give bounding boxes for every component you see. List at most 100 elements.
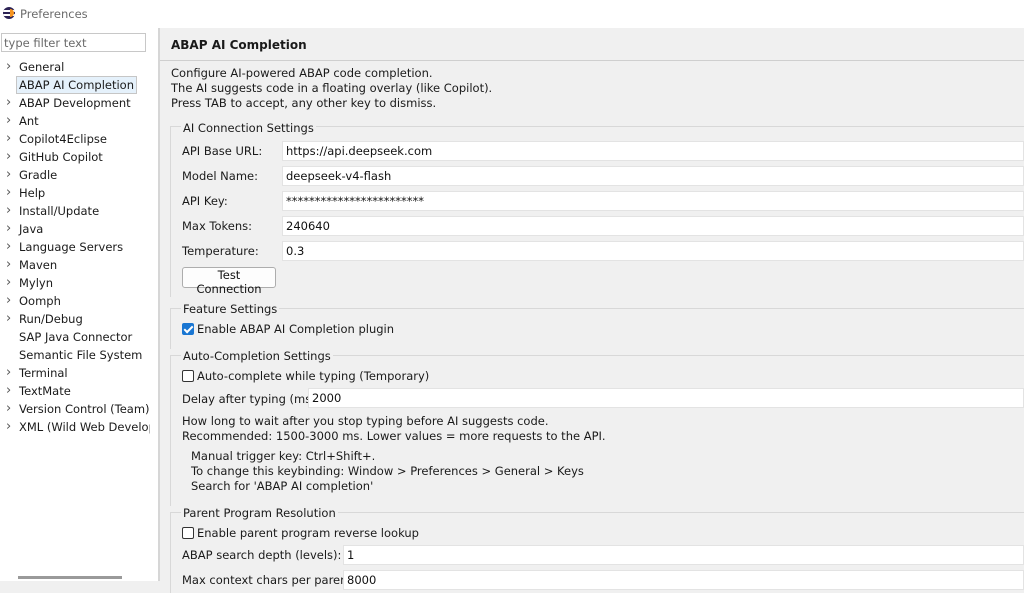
filter-box[interactable]: [1, 33, 146, 52]
tree-item[interactable]: › TextMate: [0, 382, 150, 400]
page-description-line-2: The AI suggests code in a floating overl…: [171, 81, 493, 95]
tree-item[interactable]: › Language Servers: [0, 238, 150, 256]
trigger-info-line-1: Manual trigger key: Ctrl+Shift+.: [191, 449, 376, 463]
tree-item[interactable]: › Version Control (Team): [0, 400, 150, 418]
tree-item[interactable]: › Oomph: [0, 292, 150, 310]
tree-item[interactable]: › Gradle: [0, 166, 150, 184]
tree-item-label: Semantic File System: [19, 348, 143, 362]
tree-item[interactable]: › Java: [0, 220, 150, 238]
tree-item[interactable]: › XML (Wild Web Developer): [0, 418, 150, 436]
delay-input[interactable]: [309, 389, 1015, 407]
enable-plugin-checkbox[interactable]: [182, 323, 194, 335]
tree-item[interactable]: › Copilot4Eclipse: [0, 130, 150, 148]
api-key-field[interactable]: [282, 191, 1024, 211]
tree-item[interactable]: › Maven: [0, 256, 150, 274]
chevron-right-icon[interactable]: ›: [6, 130, 14, 148]
search-depth-field[interactable]: [343, 545, 1024, 565]
chevron-right-icon[interactable]: ›: [6, 112, 14, 130]
tree-item-label: Ant: [19, 114, 39, 128]
tree-item[interactable]: › ABAP Development: [0, 94, 150, 112]
test-connection-button[interactable]: Test Connection: [182, 267, 276, 296]
chevron-right-icon[interactable]: ›: [6, 418, 14, 436]
tree-item[interactable]: › Run/Debug: [0, 310, 150, 328]
chevron-right-icon[interactable]: ›: [6, 382, 14, 400]
chevron-right-icon[interactable]: ›: [6, 220, 14, 238]
search-depth-input[interactable]: [344, 546, 1016, 564]
filter-input[interactable]: [2, 34, 146, 51]
tree-item[interactable]: › Terminal: [0, 364, 150, 382]
page-title: ABAP AI Completion: [171, 38, 307, 52]
connection-group-title: AI Connection Settings: [181, 121, 316, 135]
chevron-right-icon[interactable]: ›: [6, 364, 14, 382]
search-depth-label: ABAP search depth (levels):: [182, 548, 342, 562]
tree-item-label: Version Control (Team): [19, 402, 150, 416]
reverse-lookup-label[interactable]: Enable parent program reverse lookup: [197, 526, 419, 540]
tree-item-label: XML (Wild Web Developer): [19, 420, 150, 434]
autocomplete-checkbox[interactable]: [182, 370, 194, 382]
max-context-chars-input[interactable]: [344, 571, 1016, 589]
tree-item[interactable]: › General: [0, 58, 150, 76]
tree-item-label: Help: [19, 186, 46, 200]
model-name-label: Model Name:: [182, 169, 258, 183]
base-url-field[interactable]: [282, 141, 1024, 161]
tree-item-label: GitHub Copilot: [19, 150, 103, 164]
tree-item[interactable]: SAP Java Connector: [0, 328, 150, 346]
temperature-field[interactable]: [282, 241, 1024, 261]
tree-item-label: Terminal: [19, 366, 68, 380]
tree-item-label: TextMate: [19, 384, 71, 398]
temperature-input[interactable]: [283, 242, 1015, 260]
api-key-input[interactable]: [283, 192, 1015, 210]
max-tokens-field[interactable]: [282, 216, 1024, 236]
tree-item-label: Install/Update: [19, 204, 100, 218]
tree-item-label: Maven: [19, 258, 58, 272]
feature-group-title: Feature Settings: [181, 302, 280, 316]
chevron-right-icon[interactable]: ›: [6, 184, 14, 202]
max-context-chars-field[interactable]: [343, 570, 1024, 590]
chevron-right-icon[interactable]: ›: [6, 400, 14, 418]
tree-item[interactable]: › Ant: [0, 112, 150, 130]
trigger-info-line-3: Search for 'ABAP AI completion': [191, 479, 374, 493]
preferences-tree-pane: ›GeneralABAP AI Completion›ABAP Developm…: [0, 28, 158, 581]
tree-item[interactable]: › Help: [0, 184, 150, 202]
model-name-field[interactable]: [282, 166, 1024, 186]
tree-item-label: ABAP Development: [19, 96, 131, 110]
enable-plugin-label[interactable]: Enable ABAP AI Completion plugin: [197, 322, 394, 336]
base-url-label: API Base URL:: [182, 144, 263, 158]
tree-item-label: General: [19, 60, 65, 74]
autocompletion-group-title: Auto-Completion Settings: [181, 349, 333, 363]
max-tokens-input[interactable]: [283, 217, 1015, 235]
chevron-right-icon[interactable]: ›: [6, 94, 14, 112]
chevron-right-icon[interactable]: ›: [6, 310, 14, 328]
tree-item[interactable]: › Install/Update: [0, 202, 150, 220]
title-bar: Preferences: [0, 0, 1024, 28]
tree-item[interactable]: › GitHub Copilot: [0, 148, 150, 166]
model-name-input[interactable]: [283, 167, 1015, 185]
chevron-right-icon[interactable]: ›: [6, 274, 14, 292]
tree-item[interactable]: Semantic File System: [0, 346, 150, 364]
tree-item[interactable]: › Mylyn: [0, 274, 150, 292]
trigger-info-line-2: To change this keybinding: Window > Pref…: [191, 464, 584, 478]
chevron-right-icon[interactable]: ›: [6, 202, 14, 220]
max-context-chars-label: Max context chars per parent:: [182, 573, 356, 587]
tree-item-label: Oomph: [19, 294, 61, 308]
chevron-right-icon[interactable]: ›: [6, 292, 14, 310]
chevron-right-icon[interactable]: ›: [6, 58, 14, 76]
tree-item-label: ABAP AI Completion: [16, 76, 137, 94]
chevron-right-icon[interactable]: ›: [6, 238, 14, 256]
tree-item-label: SAP Java Connector: [19, 330, 133, 344]
title-divider: [160, 60, 1024, 61]
chevron-right-icon[interactable]: ›: [6, 148, 14, 166]
base-url-input[interactable]: [283, 142, 1015, 160]
chevron-right-icon[interactable]: ›: [6, 166, 14, 184]
tree-item-label: Copilot4Eclipse: [19, 132, 107, 146]
max-tokens-label: Max Tokens:: [182, 219, 253, 233]
autocomplete-label[interactable]: Auto-complete while typing (Temporary): [197, 369, 429, 383]
temperature-label: Temperature:: [182, 244, 259, 258]
tree-item[interactable]: ABAP AI Completion: [0, 76, 150, 94]
delay-help-line-2: Recommended: 1500-3000 ms. Lower values …: [182, 429, 606, 443]
delay-help-line-1: How long to wait after you stop typing b…: [182, 414, 549, 428]
horizontal-scrollbar[interactable]: [18, 576, 122, 579]
delay-field[interactable]: [308, 388, 1024, 408]
reverse-lookup-checkbox[interactable]: [182, 527, 194, 539]
chevron-right-icon[interactable]: ›: [6, 256, 14, 274]
